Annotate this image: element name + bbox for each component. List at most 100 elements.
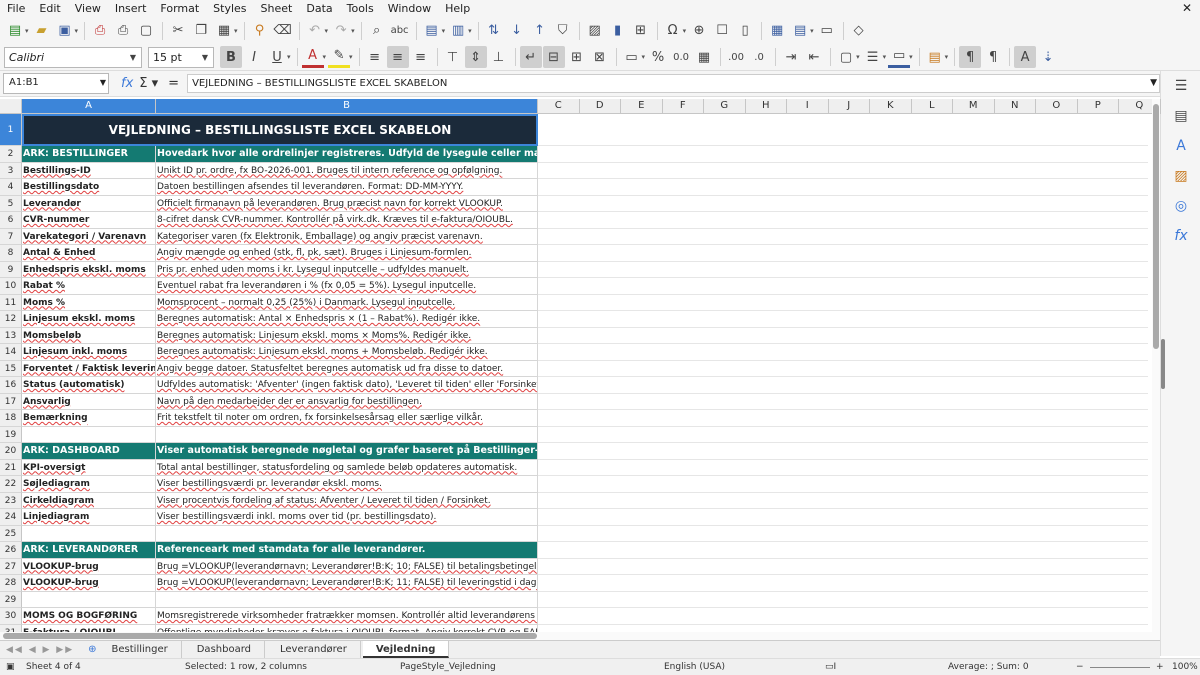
menu-edit[interactable]: Edit (32, 0, 67, 17)
title-cell[interactable]: VEJLEDNING – BESTILLINGSLISTE EXCEL SKAB… (22, 114, 538, 146)
function-wizard-icon[interactable]: fx (121, 76, 133, 91)
merge-cells-icon[interactable]: ⊞ (566, 46, 588, 68)
sort-descending-icon[interactable]: ↑ (529, 20, 551, 42)
cell-b[interactable]: Brug =VLOOKUP(leverandørnavn; Leverandør… (156, 558, 538, 575)
row-header[interactable]: 23 (0, 492, 22, 509)
empty-cells[interactable] (538, 542, 1148, 559)
row-header[interactable]: 2 (0, 146, 22, 163)
styles-icon[interactable]: A (1161, 131, 1200, 161)
cell-b[interactable]: Viser bestillingsværdi inkl. moms over t… (156, 509, 538, 526)
cell-a[interactable]: Enhedspris ekskl. moms (22, 261, 156, 278)
empty-cells[interactable] (538, 625, 1148, 633)
cell-b[interactable] (156, 591, 538, 608)
bold-button[interactable]: B (220, 46, 242, 68)
copy-icon[interactable]: ❐ (190, 20, 212, 42)
print-preview-icon[interactable]: ▢ (135, 20, 157, 42)
zoom-level[interactable]: 100% (1172, 662, 1198, 672)
row-header[interactable]: 25 (0, 525, 22, 542)
cell-a[interactable]: Linjesum ekskl. moms (22, 311, 156, 328)
empty-cells[interactable] (538, 460, 1148, 476)
empty-cells[interactable] (538, 344, 1148, 361)
split-window-icon[interactable]: ▭ (816, 20, 838, 42)
empty-cells[interactable] (538, 575, 1148, 592)
text-direction-icon[interactable]: A (1014, 46, 1037, 68)
paste-icon[interactable]: ▦ (213, 20, 235, 42)
row-header[interactable]: 10 (0, 278, 22, 295)
number-format-icon[interactable]: 0.0 (670, 46, 692, 68)
cell-grid[interactable]: 1 VEJLEDNING – BESTILLINGSLISTE EXCEL SKA… (0, 114, 1148, 632)
empty-cells[interactable] (538, 394, 1148, 410)
cell-b[interactable]: Eventuel rabat fra leverandøren i % (fx … (156, 278, 538, 295)
menu-window[interactable]: Window (381, 0, 438, 17)
cell-b[interactable]: Brug =VLOOKUP(leverandørnavn; Leverandør… (156, 575, 538, 592)
find-replace-icon[interactable]: ⌕ (366, 20, 388, 42)
row-header[interactable]: 24 (0, 509, 22, 526)
cell-a[interactable]: Bestillingsdato (22, 179, 156, 196)
align-top-icon[interactable]: ⊤ (442, 46, 464, 68)
font-name-combo[interactable]: Calibri ▼ (4, 46, 142, 68)
cell-a[interactable]: E-faktura / OIOUBL (22, 624, 156, 632)
cell-b[interactable]: Offentlige myndigheder kræver e-faktura … (156, 624, 538, 632)
save-icon[interactable]: ▣ (54, 20, 76, 42)
empty-cells[interactable] (538, 377, 1148, 394)
sort-ascending-icon[interactable]: ↓ (506, 20, 528, 42)
zoom-in-icon[interactable]: + (1156, 662, 1164, 672)
row-header[interactable]: 31 (0, 624, 22, 632)
hyperlink-icon[interactable]: ⊕ (688, 20, 710, 42)
empty-cells[interactable] (538, 328, 1148, 344)
merge-center-icon[interactable]: ⊟ (542, 46, 565, 68)
language[interactable]: English (USA) (664, 662, 725, 672)
formula-icon[interactable]: = (168, 76, 179, 91)
row-icon[interactable]: ▤ (421, 20, 443, 42)
cell-b[interactable]: Udfyldes automatisk: 'Afventer' (ingen f… (156, 377, 538, 394)
hamburger-menu-icon[interactable]: ☰ (1161, 71, 1200, 101)
sidebar-grip[interactable] (1161, 339, 1165, 389)
row-header[interactable]: 7 (0, 228, 22, 245)
menu-view[interactable]: View (68, 0, 108, 17)
cell-a[interactable] (22, 525, 156, 542)
sheet-tab-bestillinger[interactable]: Bestillinger (99, 641, 182, 658)
date-format-icon[interactable]: ▦ (693, 46, 715, 68)
empty-cells[interactable] (538, 262, 1148, 278)
sum-icon[interactable]: Σ ▾ (139, 76, 158, 91)
align-left-icon[interactable]: ≡ (364, 46, 386, 68)
font-size-combo[interactable]: 15 pt ▼ (148, 46, 214, 68)
cell-a[interactable]: MOMS OG BOGFØRING (22, 608, 156, 625)
zoom-out-icon[interactable]: − (1076, 662, 1084, 672)
navigator-icon[interactable]: ◎ (1161, 191, 1200, 221)
currency-format-icon[interactable]: ▭ (621, 46, 643, 68)
empty-cells[interactable] (538, 212, 1148, 229)
pivot-table-icon[interactable]: ⊞ (630, 20, 652, 42)
page-style[interactable]: PageStyle_Vejledning (400, 662, 496, 672)
horizontal-scrollbar[interactable] (0, 632, 1160, 640)
empty-cells[interactable] (538, 361, 1148, 377)
align-right-icon[interactable]: ≡ (410, 46, 432, 68)
expand-formula-bar-icon[interactable]: ▼ (1150, 78, 1157, 88)
cell-b[interactable]: Momsprocent – normalt 0,25 (25%) i Danma… (156, 294, 538, 311)
row-header[interactable]: 3 (0, 162, 22, 179)
row-header[interactable]: 8 (0, 245, 22, 262)
cell-b[interactable] (156, 426, 538, 443)
cell-a[interactable]: Antal & Enhed (22, 245, 156, 262)
sheet-navigation-icon[interactable]: ◀◀ ◀ ▶ ▶▶ (6, 645, 74, 655)
empty-cells[interactable] (538, 196, 1148, 212)
conditional-format-icon[interactable]: ▤ (924, 46, 946, 68)
row-header[interactable]: 1 (0, 114, 22, 146)
empty-cells[interactable] (538, 559, 1148, 575)
row-header[interactable]: 4 (0, 179, 22, 196)
cell-b[interactable]: Angiv begge datoer. Statusfeltet beregne… (156, 360, 538, 377)
row-header[interactable]: 20 (0, 443, 22, 460)
cell-b[interactable]: Referenceark med stamdata for alle lever… (156, 542, 538, 559)
cell-a[interactable]: VLOOKUP-brug (22, 558, 156, 575)
horizontal-scroll-thumb[interactable] (3, 633, 537, 639)
special-character-icon[interactable]: Ω (662, 20, 684, 42)
select-all-corner[interactable] (0, 99, 22, 114)
clear-formatting-icon[interactable]: ⌫ (272, 20, 294, 42)
add-sheet-icon[interactable]: ⊕ (88, 644, 96, 655)
cell-b[interactable]: Momsregistrerede virksomheder fratrækker… (156, 608, 538, 625)
left-to-right-icon[interactable]: ¶ (959, 46, 982, 68)
column-header-p[interactable]: P (1077, 99, 1119, 114)
insert-image-icon[interactable]: ▨ (584, 20, 606, 42)
empty-cells[interactable] (538, 179, 1148, 196)
export-pdf-icon[interactable]: ⎙ (89, 20, 111, 42)
